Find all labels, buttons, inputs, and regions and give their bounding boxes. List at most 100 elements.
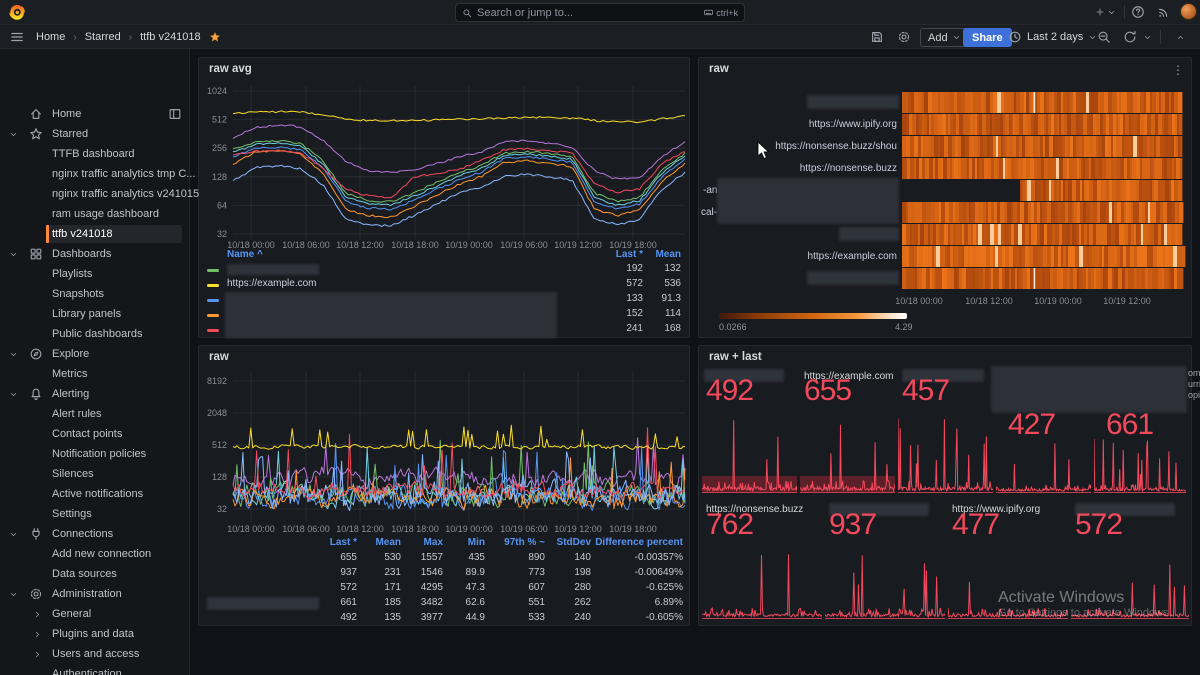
sidebar-section-administration[interactable]: Administration (0, 584, 190, 604)
global-search[interactable]: ctrl+k (455, 3, 745, 22)
refresh-icon (1123, 30, 1137, 44)
heatmap-row-label: https://nonsense.buzz/shou (775, 141, 897, 152)
sidebar-item-playlists[interactable]: Playlists (0, 264, 190, 284)
cell-mean: 135 (384, 612, 401, 623)
add-panel-button[interactable]: Add (920, 28, 969, 47)
cell-97th: 533 (528, 612, 545, 623)
panel-raw-timeseries: raw 819220485121283210/18 00:0010/18 06:… (198, 345, 690, 626)
sidebar-item-admin-authentication[interactable]: Authentication (0, 664, 190, 675)
panel-title[interactable]: raw + last (709, 351, 762, 363)
sidebar-item-public-dashboards[interactable]: Public dashboards (0, 324, 190, 344)
sidebar-item-nginx-tmp[interactable]: nginx traffic analytics tmp C... (0, 164, 190, 184)
sidebar-item-notification-policies[interactable]: Notification policies (0, 444, 190, 464)
sidebar-item-alert-rules[interactable]: Alert rules (0, 404, 190, 424)
chevron-down-icon[interactable] (9, 590, 18, 599)
stat-sparkline[interactable] (702, 542, 822, 620)
sidebar-item-ttfb-dashboard[interactable]: TTFB dashboard (0, 144, 190, 164)
heatmap-row-label: https://www.ipify.org (809, 119, 897, 130)
table-header-diff[interactable]: Difference percent (595, 537, 683, 548)
sidebar-section-dashboards[interactable]: Dashboards (0, 244, 190, 264)
sidebar-section-starred[interactable]: Starred (0, 124, 190, 144)
hamburger-icon (10, 30, 24, 44)
sidebar-item-active-notifications[interactable]: Active notifications (0, 484, 190, 504)
cell-min: 435 (468, 552, 485, 563)
raw-timeseries-chart[interactable]: 819220485121283210/18 00:0010/18 06:0010… (199, 346, 691, 538)
zoom-out-button[interactable] (1096, 30, 1112, 44)
sidebar-item-admin-general[interactable]: General (0, 604, 190, 624)
chevron-down-icon[interactable] (9, 250, 18, 259)
cell-diff: -0.625% (646, 582, 683, 593)
sidebar-item-nginx-v241015[interactable]: nginx traffic analytics v241015 (0, 184, 190, 204)
stat-value: 572 (1075, 508, 1122, 542)
sidebar-item-ram-usage[interactable]: ram usage dashboard (0, 204, 190, 224)
chevron-down-icon[interactable] (9, 530, 18, 539)
breadcrumb-section[interactable]: Starred (85, 31, 121, 43)
collapse-toolbar-button[interactable] (1172, 30, 1188, 44)
sidebar-item-snapshots[interactable]: Snapshots (0, 284, 190, 304)
sidebar-item-data-sources[interactable]: Data sources (0, 564, 190, 584)
refresh-button[interactable] (1122, 30, 1138, 44)
sidebar-section-connections[interactable]: Connections (0, 524, 190, 544)
legend-header-name[interactable]: Name ^ (227, 249, 263, 260)
cell-diff: -0.605% (646, 612, 683, 623)
stat-sparkline[interactable] (948, 542, 1068, 620)
sidebar-item-admin-plugins[interactable]: Plugins and data (0, 624, 190, 644)
stat-sparkline[interactable] (800, 406, 895, 494)
new-menu-button[interactable] (1092, 4, 1118, 20)
chevron-down-icon[interactable] (9, 130, 18, 139)
svg-text:10/18 12:00: 10/18 12:00 (965, 296, 1013, 306)
grafana-logo[interactable] (9, 4, 26, 21)
table-header-stddev[interactable]: StdDev (557, 537, 591, 548)
share-button[interactable]: Share (963, 28, 1012, 47)
legend-mean-value: 536 (664, 278, 681, 289)
stat-sparkline[interactable] (898, 406, 993, 494)
stat-sparkline[interactable] (825, 542, 945, 620)
time-range-picker[interactable]: Last 2 days (1008, 30, 1097, 44)
table-header-97th[interactable]: 97th % ~ (504, 537, 545, 548)
legend-header-mean[interactable]: Mean (655, 249, 681, 260)
dock-sidebar-icon[interactable] (168, 107, 182, 121)
stat-sparkline[interactable] (1094, 432, 1186, 494)
sidebar-item-home[interactable]: Home (0, 104, 190, 124)
table-header-max[interactable]: Max (424, 537, 443, 548)
stat-sparkline[interactable] (702, 406, 797, 494)
dashboard-settings-button[interactable] (896, 30, 912, 44)
sidebar-item-ttfb-v241018-active[interactable]: ttfb v241018 (0, 224, 190, 244)
help-icon (1131, 5, 1145, 19)
news-button[interactable] (1156, 4, 1172, 20)
star-filled-icon[interactable] (209, 31, 221, 43)
sidebar-item-contact-points[interactable]: Contact points (0, 424, 190, 444)
series-swatch (207, 284, 219, 287)
series-name[interactable]: https://example.com (227, 278, 316, 289)
heatmap-row-label: https://example.com (808, 251, 897, 262)
sidebar-item-metrics[interactable]: Metrics (0, 364, 190, 384)
refresh-interval-button[interactable] (1141, 32, 1153, 42)
table-header-last[interactable]: Last * (330, 537, 357, 548)
panel-raw-last-stats: raw + last 492 https://example.com 655 4… (698, 345, 1192, 626)
search-input[interactable] (477, 7, 699, 19)
stat-sparkline[interactable] (1071, 542, 1189, 620)
chevron-right-icon (33, 650, 42, 659)
sidebar-item-admin-users[interactable]: Users and access (0, 644, 190, 664)
sidebar-item-silences[interactable]: Silences (0, 464, 190, 484)
chevron-down-icon[interactable] (9, 350, 18, 359)
breadcrumb-home[interactable]: Home (36, 31, 65, 43)
user-avatar[interactable] (1180, 3, 1197, 20)
table-header-min[interactable]: Min (468, 537, 485, 548)
svg-text:10/18 00:00: 10/18 00:00 (227, 524, 275, 534)
stat-sparkline[interactable] (996, 432, 1091, 494)
legend-header-last[interactable]: Last * (616, 249, 643, 260)
sidebar-item-add-new-connection[interactable]: Add new connection (0, 544, 190, 564)
table-header-mean[interactable]: Mean (375, 537, 401, 548)
sidebar-section-alerting[interactable]: Alerting (0, 384, 190, 404)
sidebar-section-explore[interactable]: Explore (0, 344, 190, 364)
help-button[interactable] (1130, 4, 1146, 20)
sidebar-item-library-panels[interactable]: Library panels (0, 304, 190, 324)
save-dashboard-button[interactable] (869, 30, 885, 44)
stat-value: 477 (952, 508, 999, 542)
mega-menu-button[interactable] (9, 30, 25, 44)
raw-avg-timeseries-chart[interactable]: 1024512256128643210/18 00:0010/18 06:001… (199, 58, 691, 254)
chevron-down-icon[interactable] (9, 390, 18, 399)
sidebar-item-alerting-settings[interactable]: Settings (0, 504, 190, 524)
svg-text:10/18 06:00: 10/18 06:00 (282, 240, 330, 250)
